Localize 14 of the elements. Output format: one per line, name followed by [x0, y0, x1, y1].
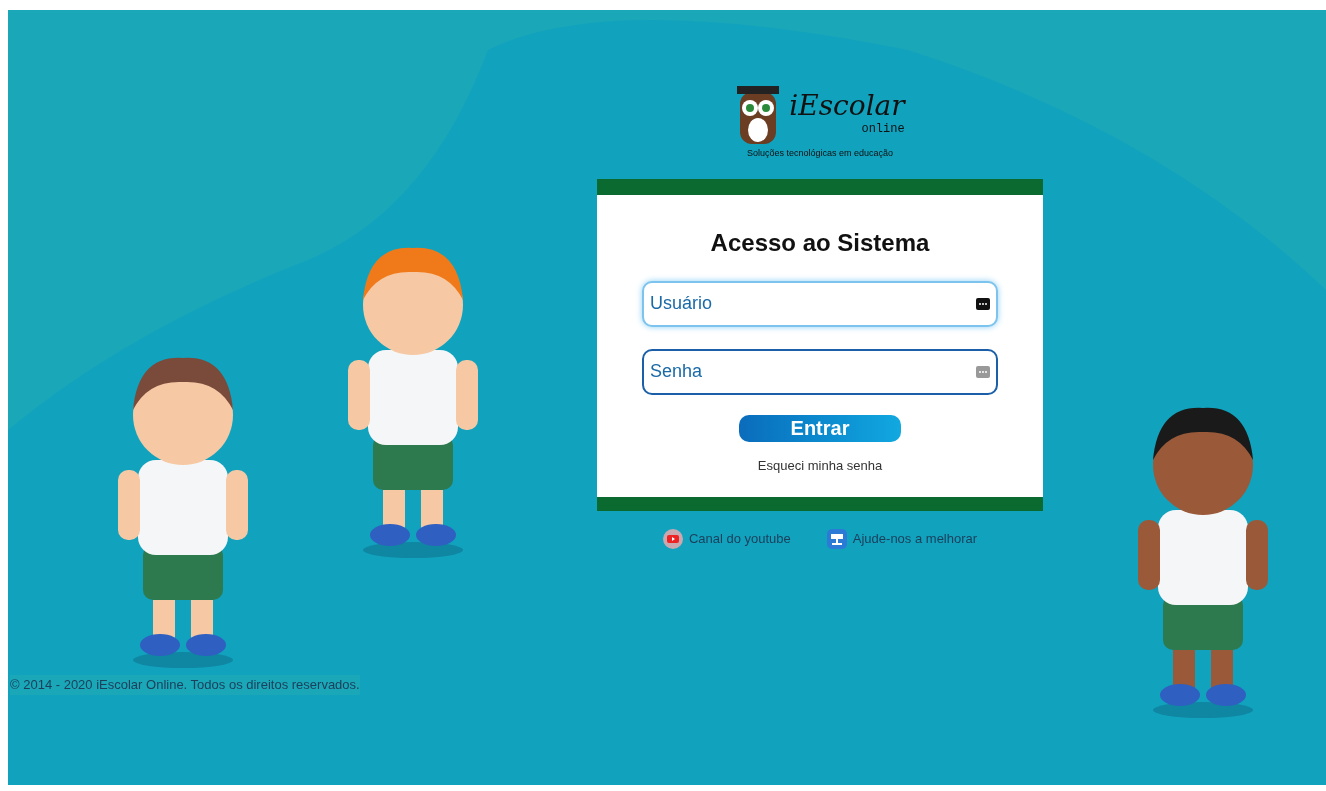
login-title: Acesso ao Sistema	[710, 227, 930, 258]
footer-link[interactable]: Ajude-nos a melhorar	[826, 529, 978, 549]
play-icon	[662, 529, 683, 549]
screen-icon	[826, 529, 847, 549]
logo-name: iEscolar	[789, 92, 905, 120]
input-field[interactable]: Senha	[642, 348, 998, 395]
forgot-password-link[interactable]: Esqueci minha senha	[757, 455, 883, 475]
logo-tagline: Soluções tecnológicas em educação	[746, 147, 894, 160]
logo-suffix: online	[861, 121, 905, 138]
owl-logo-icon	[735, 84, 782, 146]
footer-link[interactable]: Canal do youtube	[662, 529, 791, 549]
login-button[interactable]: Entrar	[739, 414, 901, 442]
input-field[interactable]: Usuário	[642, 280, 998, 327]
copyright-text: © 2014 - 2020 iEscolar Online. Todos os direitos reservados.	[10, 675, 360, 695]
